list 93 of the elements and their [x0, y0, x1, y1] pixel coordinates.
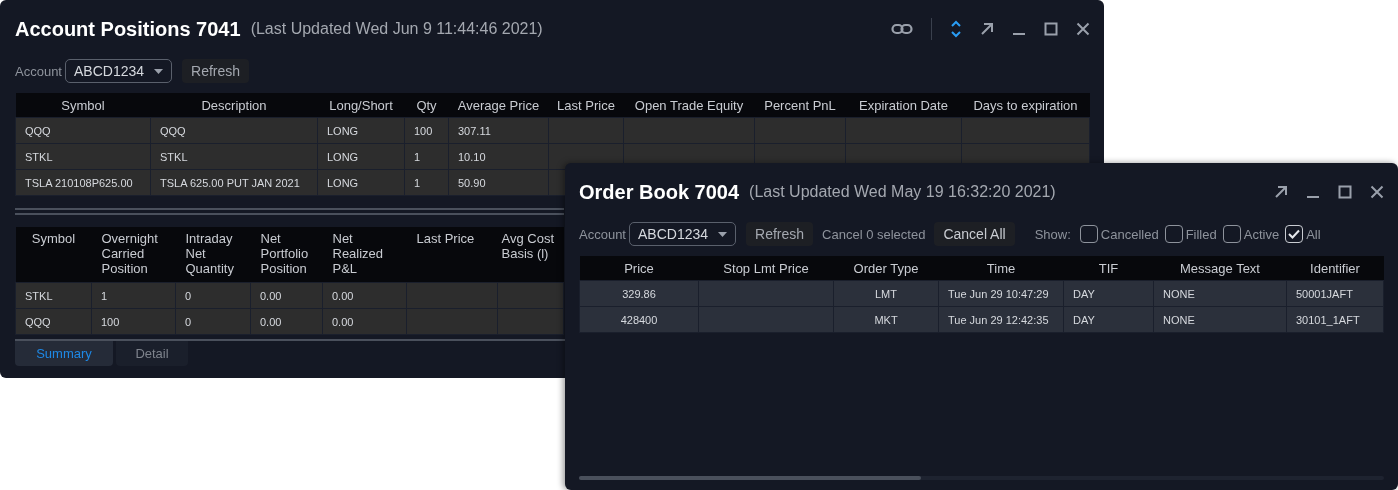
- show-label: Show:: [1034, 226, 1071, 242]
- table-cell: 0.00: [322, 282, 407, 309]
- table-cell: QQQ: [150, 117, 318, 144]
- up-down-icon[interactable]: [950, 20, 962, 38]
- table-cell: TSLA 210108P625.00: [15, 169, 151, 196]
- table-cell: STKL: [15, 282, 92, 309]
- column-header[interactable]: Price: [579, 256, 699, 281]
- table-cell: 0.00: [250, 308, 323, 335]
- caret-icon: [154, 68, 164, 74]
- table-cell: 50.90: [448, 169, 549, 196]
- column-header[interactable]: Average Price: [448, 93, 549, 118]
- column-header[interactable]: Description: [150, 93, 318, 118]
- checkbox[interactable]: [1222, 225, 1241, 243]
- refresh-button[interactable]: Refresh: [746, 222, 814, 246]
- table-cell: 0.00: [322, 308, 407, 335]
- close-icon[interactable]: [1370, 185, 1384, 199]
- popout-icon[interactable]: [980, 22, 994, 36]
- checkbox-label[interactable]: Filled: [1185, 226, 1217, 242]
- checkbox[interactable]: [1164, 225, 1183, 243]
- column-header[interactable]: Last Price: [406, 227, 498, 283]
- popout-icon[interactable]: [1274, 185, 1288, 199]
- column-header[interactable]: Time: [938, 256, 1064, 281]
- account-dropdown[interactable]: ABCD1234: [629, 222, 737, 246]
- table-cell: 0: [175, 282, 251, 309]
- account-dropdown[interactable]: ABCD1234: [65, 59, 173, 83]
- table-cell: 0.00: [250, 282, 323, 309]
- table-cell: DAY: [1063, 280, 1154, 307]
- column-header[interactable]: Net Portfolio Position: [250, 227, 323, 283]
- table-cell: NONE: [1153, 280, 1287, 307]
- table-cell: STKL: [15, 143, 151, 170]
- table-cell: 428400: [579, 306, 699, 333]
- column-header[interactable]: Order Type: [833, 256, 939, 281]
- maximize-icon[interactable]: [1338, 185, 1352, 199]
- table-cell: TSLA 625.00 PUT JAN 2021: [150, 169, 318, 196]
- table-cell: 307.11: [448, 117, 549, 144]
- window-title: Order Book 7004: [579, 180, 740, 204]
- table-cell: NONE: [1153, 306, 1287, 333]
- checkbox[interactable]: [1079, 225, 1098, 243]
- refresh-button[interactable]: Refresh: [182, 59, 250, 83]
- account-label: Account: [579, 226, 626, 242]
- column-header[interactable]: Overnight Carried Position: [91, 227, 176, 283]
- table-cell: Tue Jun 29 12:42:35: [938, 306, 1064, 333]
- table-cell: LONG: [317, 143, 405, 170]
- scrollbar[interactable]: [579, 476, 921, 480]
- last-updated-text: (Last Updated Wed Jun 9 11:44:46 2021): [250, 20, 543, 38]
- checkbox[interactable]: [1285, 225, 1304, 243]
- column-header[interactable]: Qty: [404, 93, 449, 118]
- table-cell: QQQ: [15, 308, 92, 335]
- window-title: Account Positions 7041: [15, 17, 241, 41]
- column-header[interactable]: TIF: [1063, 256, 1154, 281]
- table-cell: 100: [91, 308, 176, 335]
- table-cell: LMT: [833, 280, 939, 307]
- table-cell: MKT: [833, 306, 939, 333]
- table-cell: STKL: [150, 143, 318, 170]
- tab[interactable]: Summary: [15, 341, 113, 366]
- column-header[interactable]: Avg Cost Basis (l): [497, 227, 564, 283]
- column-header[interactable]: Open Trade Equity: [623, 93, 755, 118]
- column-header[interactable]: Identifier: [1286, 256, 1384, 281]
- table-cell: 50001JAFT: [1286, 280, 1384, 307]
- close-icon[interactable]: [1076, 22, 1090, 36]
- table-cell: 10.10: [448, 143, 549, 170]
- table-cell: LONG: [317, 117, 405, 144]
- table-cell: 30101_1AFT: [1286, 306, 1384, 333]
- table-cell: QQQ: [15, 117, 151, 144]
- link-icon[interactable]: [891, 22, 913, 36]
- account-label: Account: [15, 63, 62, 79]
- column-header[interactable]: Days to expiration: [961, 93, 1090, 118]
- checkbox-label[interactable]: Cancelled: [1100, 226, 1159, 242]
- column-header[interactable]: Symbol: [15, 93, 151, 118]
- column-header[interactable]: Symbol: [15, 227, 92, 283]
- checkbox-label[interactable]: All: [1306, 226, 1321, 242]
- cancel-all-button[interactable]: Cancel All: [934, 222, 1015, 246]
- column-header[interactable]: Long/Short: [317, 93, 405, 118]
- table-cell: 329.86: [579, 280, 699, 307]
- last-updated-text: (Last Updated Wed May 19 16:32:20 2021): [749, 183, 1056, 201]
- column-header[interactable]: Last Price: [548, 93, 624, 118]
- maximize-icon[interactable]: [1044, 22, 1058, 36]
- column-header[interactable]: Percent PnL: [754, 93, 846, 118]
- column-header[interactable]: Net Realized P&L: [322, 227, 407, 283]
- table-cell: DAY: [1063, 306, 1154, 333]
- table-cell: 100: [404, 117, 449, 144]
- checkbox-label[interactable]: Active: [1243, 226, 1280, 242]
- tab[interactable]: Detail: [116, 341, 188, 366]
- column-header[interactable]: Intraday Net Quantity: [175, 227, 251, 283]
- table-cell: LONG: [317, 169, 405, 196]
- column-header[interactable]: Message Text: [1153, 256, 1287, 281]
- caret-icon: [718, 231, 728, 237]
- table-cell: 1: [91, 282, 176, 309]
- selection-count-text: Cancel 0 selected: [822, 226, 926, 242]
- table-cell: Tue Jun 29 10:47:29: [938, 280, 1064, 307]
- column-header[interactable]: Stop Lmt Price: [698, 256, 834, 281]
- column-header[interactable]: Expiration Date: [845, 93, 962, 118]
- table-cell: 0: [175, 308, 251, 335]
